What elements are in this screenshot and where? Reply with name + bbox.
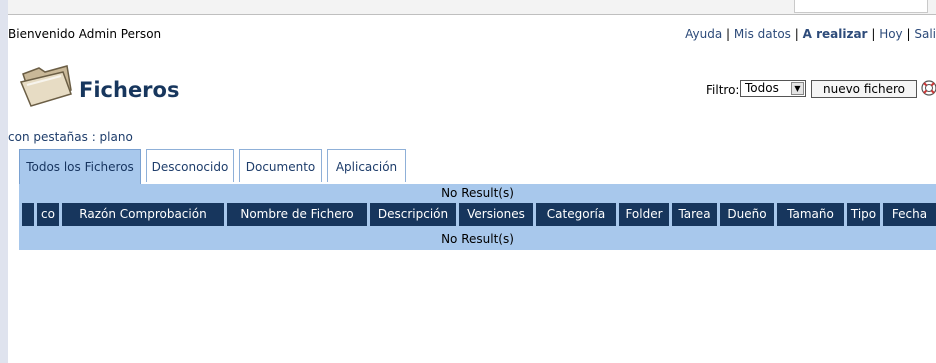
today-link[interactable]: Hoy [879, 27, 902, 41]
column-header-co[interactable]: co [37, 203, 59, 226]
grid-bottom-message: No Result(s) [441, 232, 514, 246]
help-link[interactable]: Ayuda [685, 27, 722, 41]
folder-icon [19, 65, 72, 107]
column-header-task[interactable]: Tarea [672, 203, 717, 226]
welcome-text: Bienvenido Admin Person [8, 27, 162, 41]
new-file-button[interactable]: nuevo fichero [811, 80, 917, 98]
dropdown-arrow-icon[interactable]: ▼ [791, 82, 804, 95]
column-header-size[interactable]: Tamaño [777, 203, 844, 226]
link-separator: | [794, 27, 799, 41]
my-data-link[interactable]: Mis datos [734, 27, 791, 41]
link-separator: | [906, 27, 911, 41]
user-links: Ayuda | Mis datos | A realizar | Hoy | S… [685, 27, 936, 41]
column-header-date[interactable]: Fecha [883, 203, 936, 226]
tab-application[interactable]: Aplicación [327, 149, 406, 182]
column-header-type[interactable]: Tipo [847, 203, 880, 226]
column-header-file-name[interactable]: Nombre de Fichero [227, 203, 367, 226]
column-header-category[interactable]: Categoría [536, 203, 616, 226]
column-header-owner[interactable]: Dueño [720, 203, 774, 226]
link-separator: | [726, 27, 731, 41]
tab-unknown[interactable]: Desconocido [146, 149, 234, 182]
column-header-folder[interactable]: Folder [619, 203, 669, 226]
column-header-checkout-reason[interactable]: Razón Comprobación [62, 203, 224, 226]
exit-link[interactable]: Sali [914, 27, 936, 41]
grid-top-message: No Result(s) [441, 186, 514, 200]
filter-select[interactable]: Todos ▼ [740, 80, 806, 97]
top-toolbar-strip [8, 0, 936, 15]
lifebuoy-icon[interactable] [920, 79, 936, 97]
top-search-box[interactable] [794, 0, 928, 13]
column-header-versions[interactable]: Versiones [459, 203, 533, 226]
link-separator: | [871, 27, 876, 41]
tab-document[interactable]: Documento [239, 149, 322, 182]
tab-all-files[interactable]: Todos los Ficheros [19, 149, 141, 184]
filter-selected-value: Todos [745, 81, 779, 95]
todo-link[interactable]: A realizar [803, 27, 868, 41]
left-frame-bar [0, 0, 8, 363]
tabs-caption: con pestañas : plano [8, 130, 133, 144]
page-title: Ficheros [79, 78, 180, 102]
filter-label: Filtro: [706, 83, 740, 97]
column-header-description[interactable]: Descripción [370, 203, 456, 226]
column-header-select[interactable] [22, 203, 34, 226]
